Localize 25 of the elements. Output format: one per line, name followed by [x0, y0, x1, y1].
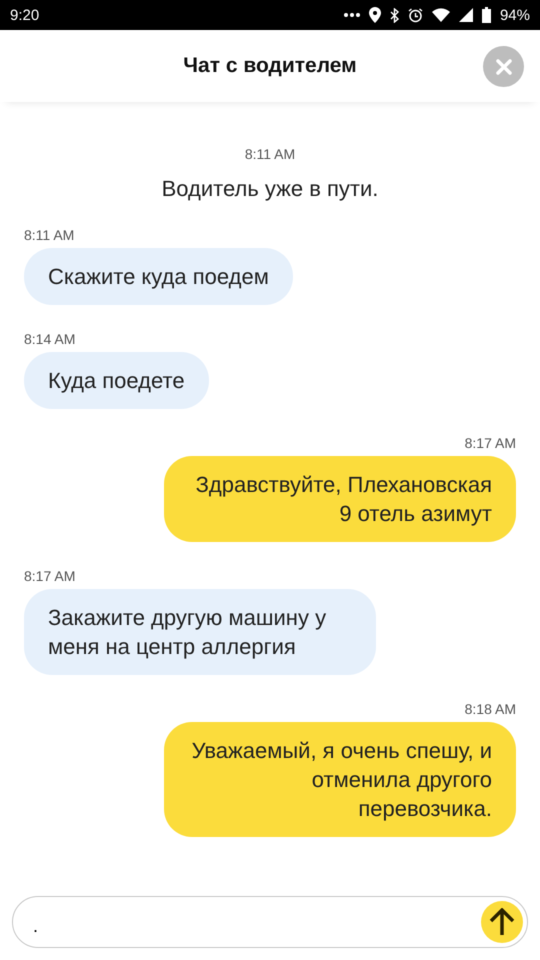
message-bubble: Уважаемый, я очень спешу, и отменила другого перевозчика. [164, 722, 516, 837]
message-field[interactable]: . [12, 896, 528, 948]
message-time: 8:11 AM [244, 146, 296, 162]
close-icon [496, 58, 512, 74]
clock-time: 9:20 [10, 6, 40, 24]
system-message: Водитель уже в пути. [162, 175, 378, 203]
battery-icon [482, 7, 491, 23]
location-icon [368, 7, 381, 23]
battery-percent: 94% [500, 6, 530, 24]
message-bubble: Здравствуйте, Плехановская 9 отель азимут [164, 456, 516, 542]
message-bubble: Закажите другую машину у меня на центр аллергия [24, 589, 376, 675]
message-time: 8:11 AM [24, 227, 74, 243]
bluetooth-icon [390, 8, 399, 22]
signal-icon [458, 8, 473, 22]
more-icon [344, 13, 360, 17]
message-time: 8:17 AM [464, 435, 516, 451]
chat-title: Чат с водителем [183, 54, 357, 78]
wifi-icon [432, 8, 450, 22]
message-bubble: Куда поедете [24, 352, 209, 409]
message-time: 8:18 AM [464, 701, 516, 717]
arrow-up-icon [489, 908, 515, 936]
message-time: 8:14 AM [24, 331, 76, 347]
message-time: 8:17 AM [24, 568, 76, 584]
alarm-icon [408, 8, 423, 22]
message-bubble: Скажите куда поедем [24, 248, 293, 305]
